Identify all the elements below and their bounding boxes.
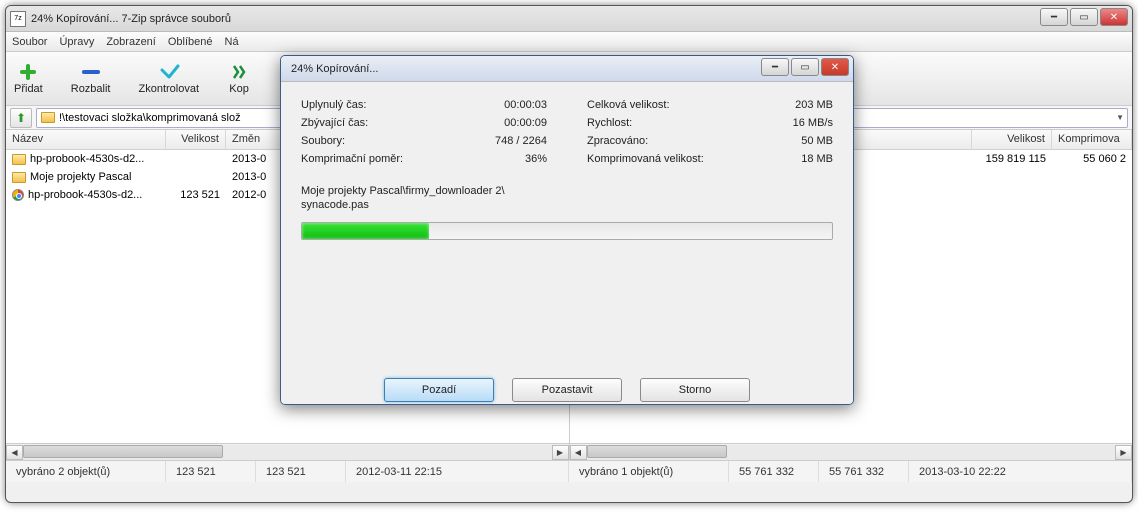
status-cell: 55 761 332 [729, 461, 819, 482]
remaining-value: 00:00:09 [504, 117, 547, 129]
scroll-left-icon[interactable]: ◀ [6, 445, 23, 460]
menu-tools[interactable]: Ná [225, 36, 239, 48]
progress-bar [301, 222, 833, 240]
dialog-minimize-button[interactable]: ━ [761, 58, 789, 76]
cancel-button[interactable]: Storno [640, 378, 750, 402]
progress-fill [302, 223, 429, 239]
plus-icon [16, 63, 40, 81]
folder-icon [41, 112, 55, 123]
menu-file[interactable]: Soubor [12, 36, 47, 48]
scroll-right-icon[interactable]: ▶ [552, 445, 569, 460]
app-icon: 7z [10, 11, 26, 27]
status-cell: 123 521 [256, 461, 346, 482]
maximize-button[interactable]: ▭ [1070, 8, 1098, 26]
progress-dialog: 24% Kopírování... ━ ▭ ✕ Uplynulý čas: 00:… [280, 55, 854, 405]
scroll-right-icon[interactable]: ▶ [1115, 445, 1132, 460]
window-title: 24% Kopírování... 7-Zip správce souborů [31, 13, 1128, 25]
copy-button[interactable]: Kop [227, 63, 251, 95]
test-button[interactable]: Zkontrolovat [139, 63, 200, 95]
extract-button[interactable]: Rozbalit [71, 63, 111, 95]
statusbar: vybráno 2 objekt(ů) 123 521 123 521 2012… [6, 460, 1132, 482]
col-size[interactable]: Velikost [166, 130, 226, 149]
status-cell: 123 521 [166, 461, 256, 482]
add-button[interactable]: Přidat [14, 63, 43, 95]
ratio-value: 36% [525, 153, 547, 165]
scroll-thumb[interactable] [23, 445, 223, 458]
folder-icon [12, 154, 26, 165]
minus-icon [79, 63, 103, 81]
copy-icon [227, 63, 251, 81]
hscrollbar[interactable]: ◀ ▶ [570, 443, 1133, 460]
minimize-button[interactable]: ━ [1040, 8, 1068, 26]
dialog-maximize-button[interactable]: ▭ [791, 58, 819, 76]
compsize-label: Komprimovaná velikost: [587, 153, 704, 165]
up-button[interactable]: ⬆ [10, 108, 32, 128]
scroll-left-icon[interactable]: ◀ [570, 445, 587, 460]
folder-icon [12, 172, 26, 183]
status-cell: 2012-03-11 22:15 [346, 461, 569, 482]
elapsed-value: 00:00:03 [504, 99, 547, 111]
dialog-close-button[interactable]: ✕ [821, 58, 849, 76]
ratio-label: Komprimační poměr: [301, 153, 403, 165]
scroll-thumb[interactable] [587, 445, 727, 458]
total-value: 203 MB [795, 99, 833, 111]
col-compressed[interactable]: Komprimova [1052, 130, 1132, 149]
status-cell: 2013-03-10 22:22 [909, 461, 1132, 482]
menu-fav[interactable]: Oblíbené [168, 36, 213, 48]
remaining-label: Zbývající čas: [301, 117, 368, 129]
background-button[interactable]: Pozadí [384, 378, 494, 402]
check-icon [157, 63, 181, 81]
status-selection: vybráno 1 objekt(ů) [569, 461, 729, 482]
up-arrow-icon: ⬆ [16, 111, 26, 125]
hscrollbar[interactable]: ◀ ▶ [6, 443, 569, 460]
col-name[interactable]: Název [6, 130, 166, 149]
current-file: Moje projekty Pascal\firmy_downloader 2\… [301, 184, 833, 212]
chrome-icon [12, 189, 24, 201]
status-selection: vybráno 2 objekt(ů) [6, 461, 166, 482]
processed-label: Zpracováno: [587, 135, 648, 147]
speed-label: Rychlost: [587, 117, 632, 129]
elapsed-label: Uplynulý čas: [301, 99, 366, 111]
menu-view[interactable]: Zobrazení [106, 36, 156, 48]
chevron-down-icon[interactable]: ▼ [1116, 113, 1124, 122]
menubar: Soubor Úpravy Zobrazení Oblíbené Ná [6, 32, 1132, 52]
status-cell: 55 761 332 [819, 461, 909, 482]
pause-button[interactable]: Pozastavit [512, 378, 622, 402]
dialog-titlebar[interactable]: 24% Kopírování... ━ ▭ ✕ [281, 56, 853, 82]
main-titlebar[interactable]: 7z 24% Kopírování... 7-Zip správce soubo… [6, 6, 1132, 32]
files-value: 748 / 2264 [495, 135, 547, 147]
files-label: Soubory: [301, 135, 345, 147]
close-button[interactable]: ✕ [1100, 8, 1128, 26]
speed-value: 16 MB/s [793, 117, 833, 129]
processed-value: 50 MB [801, 135, 833, 147]
total-label: Celková velikost: [587, 99, 670, 111]
menu-edit[interactable]: Úpravy [59, 36, 94, 48]
compsize-value: 18 MB [801, 153, 833, 165]
col-size[interactable]: Velikost [972, 130, 1052, 149]
